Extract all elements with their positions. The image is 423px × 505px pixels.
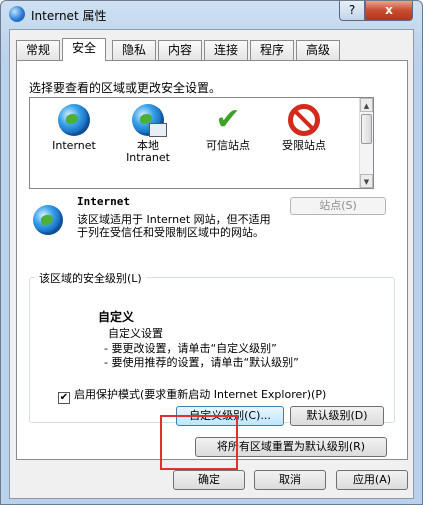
selected-zone-name: Internet <box>77 195 130 208</box>
protected-mode-label: 启用保护模式(要求重新启动 Internet Explorer)(P) <box>74 388 327 401</box>
internet-globe-icon <box>9 6 25 22</box>
zone-restricted-sites[interactable]: 受限站点 <box>268 104 340 152</box>
security-tab-panel: 选择要查看的区域或更改安全设置。 Internet 本地 Intranet ✔ … <box>16 60 408 460</box>
zone-label: 可信站点 <box>206 139 250 152</box>
security-level-legend: 该区域的安全级别(L) <box>35 270 146 286</box>
title-bar[interactable]: Internet 属性 ? x <box>1 1 422 29</box>
scroll-up-arrow-icon[interactable]: ▲ <box>360 98 373 112</box>
internet-properties-window: Internet 属性 ? x 常规 安全 隐私 内容 连接 程序 高级 选择要… <box>0 0 423 505</box>
close-button[interactable]: x <box>365 1 413 21</box>
custom-setting-text: 自定义设置 <box>108 327 163 340</box>
selected-zone-description: 该区域适用于 Internet 网站，但不适用于列在受信任和受限制区域中的网站。 <box>77 213 271 239</box>
tab-general[interactable]: 常规 <box>16 40 60 60</box>
tab-security[interactable]: 安全 <box>62 38 106 61</box>
apply-button[interactable]: 应用(A) <box>336 470 408 490</box>
selected-zone-globe-icon <box>33 205 63 235</box>
tab-content[interactable]: 内容 <box>158 40 202 60</box>
zone-internet[interactable]: Internet <box>38 104 110 152</box>
cancel-button[interactable]: 取消 <box>254 470 326 490</box>
globe-icon <box>58 104 90 136</box>
zone-label: Internet <box>52 139 96 152</box>
tab-advanced[interactable]: 高级 <box>296 40 340 60</box>
sites-button[interactable]: 站点(S) <box>290 197 386 215</box>
intranet-icon <box>132 104 167 137</box>
zone-label: 受限站点 <box>282 139 326 152</box>
security-level-group: 该区域的安全级别(L) 自定义 自定义设置 - 要更改设置，请单击“自定义级别”… <box>29 270 395 426</box>
protected-mode-option[interactable]: ✔ 启用保护模式(要求重新启动 Internet Explorer)(P) <box>58 386 326 404</box>
tab-programs[interactable]: 程序 <box>250 40 294 60</box>
zone-prompt: 选择要查看的区域或更改安全设置。 <box>29 81 222 95</box>
custom-instruction-2: - 要使用推荐的设置，请单击“默认级别” <box>104 356 299 369</box>
zone-list[interactable]: Internet 本地 Intranet ✔ 可信站点 受限站点 ▲ ▼ <box>29 97 374 189</box>
scroll-down-arrow-icon[interactable]: ▼ <box>360 174 373 188</box>
tab-privacy[interactable]: 隐私 <box>112 40 156 60</box>
protected-mode-checkbox[interactable]: ✔ <box>58 392 70 404</box>
zone-label-secondary: Intranet <box>126 151 170 164</box>
scroll-thumb[interactable] <box>361 114 372 144</box>
checkmark-icon: ✔ <box>215 102 241 137</box>
help-button[interactable]: ? <box>339 1 365 21</box>
zone-trusted-sites[interactable]: ✔ 可信站点 <box>192 104 264 152</box>
zone-local-intranet[interactable]: 本地 Intranet <box>112 104 184 164</box>
window-title: Internet 属性 <box>31 9 107 23</box>
ok-button[interactable]: 确定 <box>173 470 245 490</box>
tab-connections[interactable]: 连接 <box>204 40 248 60</box>
custom-level-title: 自定义 <box>98 310 135 324</box>
default-level-button[interactable]: 默认级别(D) <box>290 406 384 426</box>
restricted-icon <box>288 104 320 136</box>
zone-list-scrollbar[interactable]: ▲ ▼ <box>359 98 373 188</box>
ok-button-highlight <box>160 415 238 470</box>
